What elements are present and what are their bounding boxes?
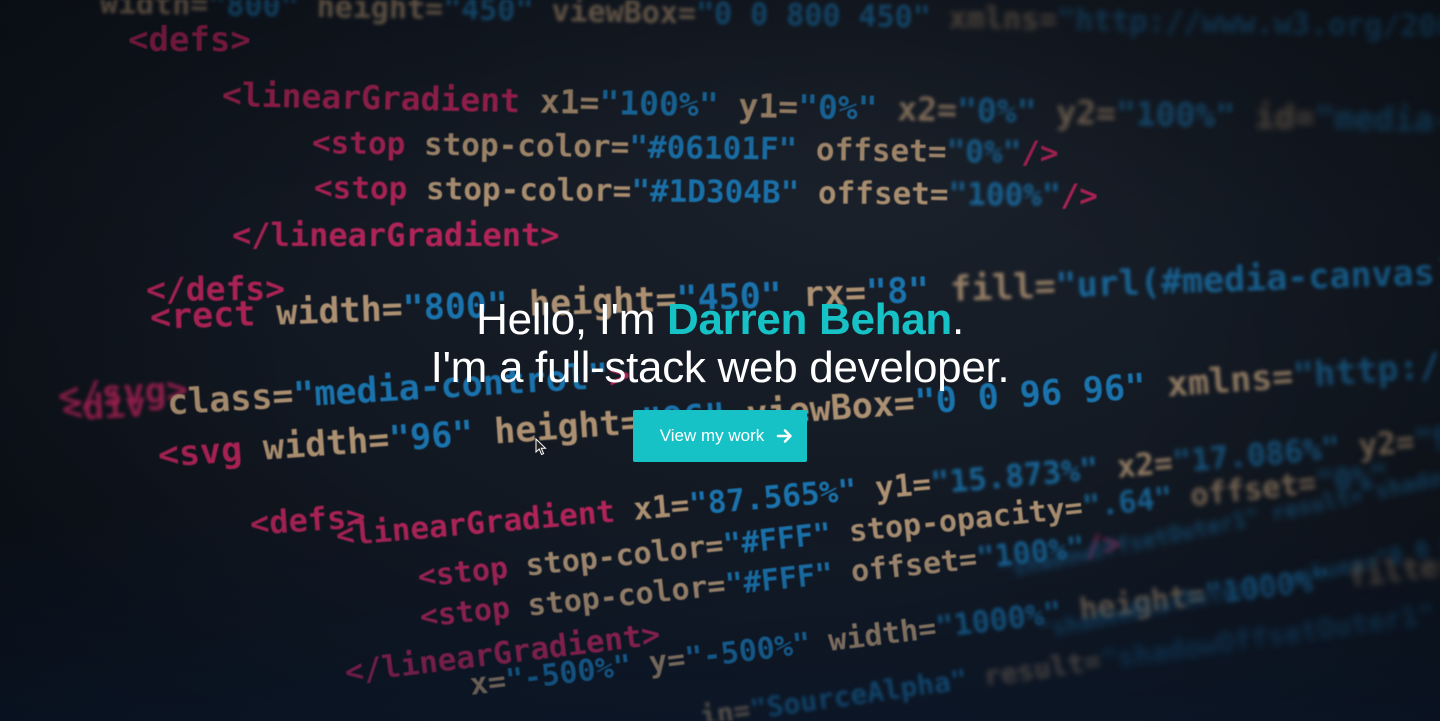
hero-greeting: Hello, I'm Darren Behan.: [0, 296, 1440, 344]
arrow-right-icon: [776, 429, 793, 443]
developer-name: Darren Behan: [667, 295, 952, 344]
view-my-work-button[interactable]: View my work: [632, 410, 808, 462]
hero-section: width="800" height="450" viewBox="0 0 80…: [0, 0, 1440, 721]
greeting-prefix: Hello, I'm: [476, 295, 668, 344]
view-my-work-label: View my work: [659, 426, 765, 445]
mouse-cursor-icon: [535, 438, 547, 456]
hero-content: Hello, I'm Darren Behan. I'm a full-stac…: [0, 296, 1440, 462]
greeting-suffix: .: [951, 295, 964, 344]
hero-tagline: I'm a full-stack web developer.: [430, 343, 1010, 392]
